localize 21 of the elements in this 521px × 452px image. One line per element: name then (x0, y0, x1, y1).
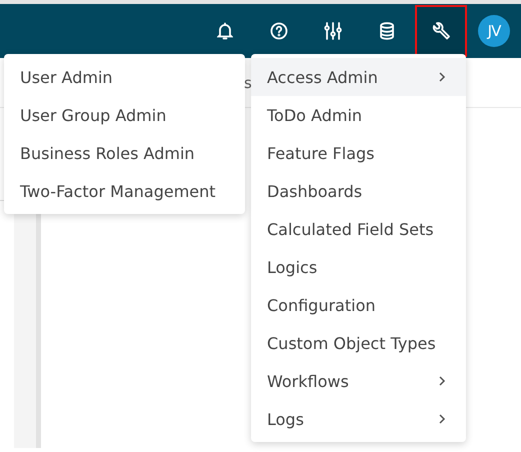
menu-item[interactable]: Two-Factor Management (4, 172, 245, 210)
menu-item[interactable]: Workflows (251, 362, 466, 400)
toolbar-button[interactable] (415, 5, 467, 57)
menu-item[interactable]: Logs (251, 400, 466, 438)
wrench-icon (431, 21, 451, 41)
menu-item[interactable]: ToDo Admin (251, 96, 466, 134)
menu-item[interactable]: Dashboards (251, 172, 466, 210)
menu-item[interactable]: Access Admin (251, 58, 466, 96)
menu-item[interactable]: Calculated Field Sets (251, 210, 466, 248)
database-icon (379, 22, 395, 40)
help-icon (270, 22, 288, 40)
menu-item[interactable]: User Group Admin (4, 96, 245, 134)
menu-item[interactable]: Configuration (251, 286, 466, 324)
menu-item[interactable]: Custom Object Types (251, 324, 466, 362)
menu-item[interactable]: Logics (251, 248, 466, 286)
notification-icon (217, 22, 233, 40)
sliders-icon (324, 22, 342, 40)
header-text: s (244, 74, 252, 92)
menu-item[interactable]: Feature Flags (251, 134, 466, 172)
menu-item[interactable]: Business Roles Admin (4, 134, 245, 172)
menu-item[interactable]: User Admin (4, 58, 245, 96)
